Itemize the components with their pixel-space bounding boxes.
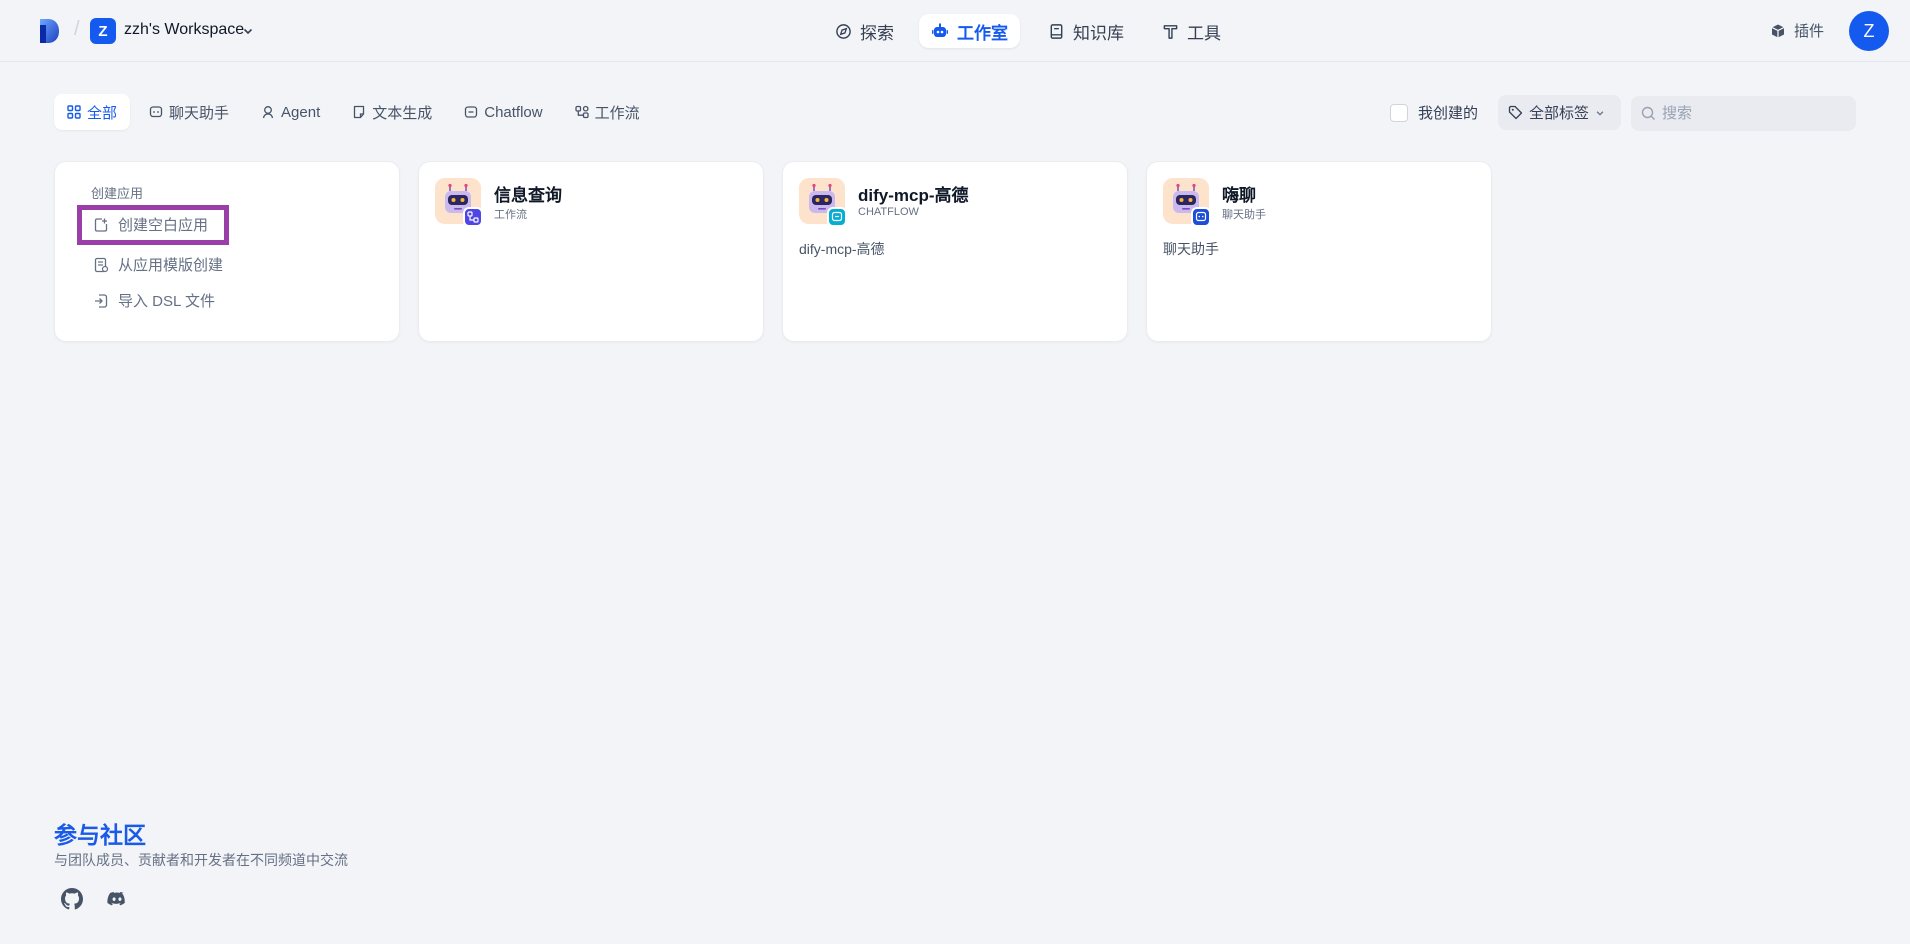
tab-all-label: 全部 [87,104,118,122]
chat-badge-icon [1191,207,1211,227]
app-card[interactable]: 嗨聊 聊天助手 聊天助手 [1146,161,1492,342]
tab-text-generation[interactable]: 文本生成 [339,94,445,130]
workflow-badge-icon [463,207,483,227]
import-icon [93,293,109,309]
nav-studio[interactable]: 工作室 [919,14,1020,48]
chatflow-badge-icon [827,207,847,227]
chevron-down-icon[interactable] [242,25,254,37]
tag-filter-dropdown[interactable]: 全部标签 [1498,95,1621,130]
search-icon [1641,106,1656,121]
app-type: CHATFLOW [858,206,919,218]
chevron-down-icon [1595,108,1605,118]
workflow-icon [574,105,589,119]
nav-explore-label: 探索 [860,23,894,43]
search-input[interactable] [1662,105,1842,122]
plugins-label: 插件 [1794,23,1825,40]
robot-icon [931,22,949,40]
tab-agent-label: Agent [281,103,321,121]
compass-icon [835,23,852,40]
cube-icon [1770,23,1786,39]
search-box[interactable] [1631,96,1856,131]
create-app-heading: 创建应用 [91,186,144,201]
tab-workflow[interactable]: 工作流 [562,94,653,130]
github-icon[interactable] [61,888,83,910]
tab-workflow-label: 工作流 [594,104,640,122]
discord-icon[interactable] [106,888,128,910]
workspace-name[interactable]: zzh's Workspace [124,21,244,39]
grid-icon [67,105,81,119]
create-from-template-button[interactable]: 从应用模版创建 [93,254,223,275]
agent-icon [261,105,275,119]
nav-tools-label: 工具 [1187,23,1221,43]
tab-agent[interactable]: Agent [248,94,333,130]
create-blank-app-button[interactable]: 创建空白应用 [93,214,208,235]
app-card[interactable]: 信息查询 工作流 [418,161,764,342]
plugins-button[interactable]: 插件 [1770,20,1824,41]
nav-studio-label: 工作室 [957,23,1008,43]
tab-chatflow-label: Chatflow [484,103,543,121]
community-title: 参与社区 [54,822,146,848]
chatflow-icon [464,105,478,119]
nav-tools[interactable]: 工具 [1150,14,1233,48]
created-by-me-label: 我创建的 [1418,105,1479,122]
community-subtitle: 与团队成员、贡献者和开发者在不同频道中交流 [54,852,348,868]
breadcrumb-separator: / [74,18,80,40]
app-card[interactable]: dify-mcp-高德 CHATFLOW dify-mcp-高德 [782,161,1128,342]
import-dsl-button[interactable]: 导入 DSL 文件 [93,290,215,311]
nav-explore[interactable]: 探索 [823,14,906,48]
new-file-icon [93,217,109,233]
tab-chatflow[interactable]: Chatflow [451,94,555,130]
create-from-template-label: 从应用模版创建 [118,257,224,274]
app-title: 嗨聊 [1222,186,1256,205]
template-icon [93,257,109,273]
top-nav-bar: / Z zzh's Workspace 探索 工作室 知识库 工具 插件 Z [0,0,1910,62]
create-app-card: 创建应用 创建空白应用 从应用模版创建 导入 DSL 文件 [54,161,400,342]
import-dsl-label: 导入 DSL 文件 [118,293,215,310]
create-blank-app-label: 创建空白应用 [118,217,209,234]
created-by-me-filter[interactable]: 我创建的 [1390,102,1478,123]
chat-icon [149,105,163,119]
hammer-icon [1162,23,1179,40]
app-title: dify-mcp-高德 [858,186,969,205]
document-icon [352,105,366,119]
app-description: dify-mcp-高德 [799,241,885,257]
created-by-me-checkbox[interactable] [1390,103,1408,122]
tab-text-generation-label: 文本生成 [372,104,433,122]
nav-knowledge-label: 知识库 [1073,23,1124,43]
app-title: 信息查询 [494,186,562,205]
workspace-avatar[interactable]: Z [90,18,116,44]
app-type: 聊天助手 [1222,209,1266,221]
user-avatar[interactable]: Z [1849,11,1889,51]
dify-logo[interactable] [38,19,60,43]
nav-knowledge[interactable]: 知识库 [1036,14,1136,48]
tab-all[interactable]: 全部 [54,94,131,130]
tab-chat-assistant[interactable]: 聊天助手 [136,94,242,130]
tab-chat-assistant-label: 聊天助手 [169,104,230,122]
book-icon [1048,23,1065,40]
tag-icon [1508,105,1523,120]
app-type: 工作流 [494,209,527,221]
app-type-tabs: 全部 聊天助手 Agent 文本生成 Chatflow 工作流 [54,94,653,130]
app-description: 聊天助手 [1163,241,1219,257]
tag-filter-label: 全部标签 [1529,105,1590,122]
